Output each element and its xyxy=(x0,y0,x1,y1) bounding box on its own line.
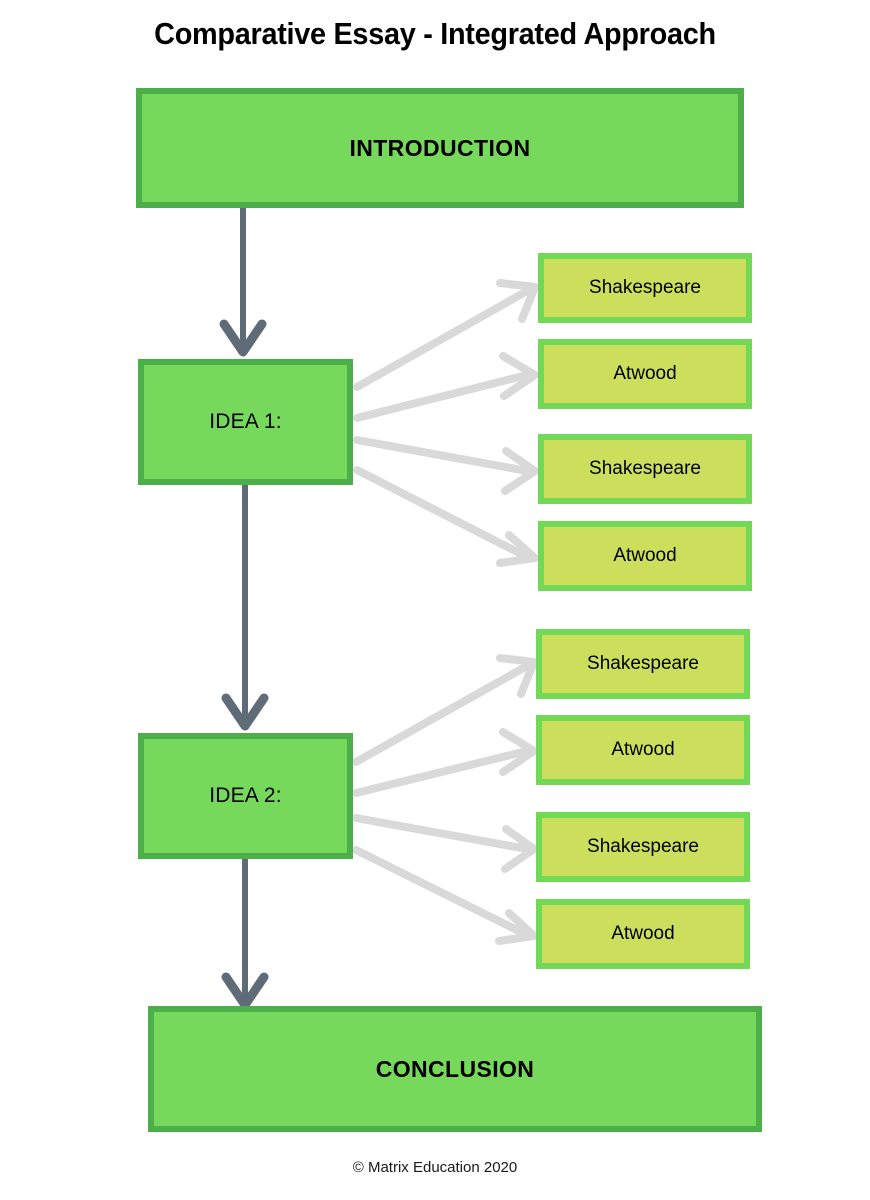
idea-1-evidence-label: Atwood xyxy=(613,363,677,384)
idea-1-evidence-box[interactable]: Shakespeare xyxy=(538,434,752,504)
idea-2-evidence-box[interactable]: Shakespeare xyxy=(536,812,750,882)
spine-arrow-idea1-to-idea2 xyxy=(221,485,269,731)
idea-2-evidence-label: Shakespeare xyxy=(587,653,699,674)
introduction-box[interactable]: INTRODUCTION xyxy=(136,88,744,208)
idea-2-box[interactable]: IDEA 2: xyxy=(138,733,353,859)
fan-arrows-idea2 xyxy=(352,654,538,945)
copyright-footer: © Matrix Education 2020 xyxy=(352,1159,518,1176)
idea-2-evidence-label: Shakespeare xyxy=(587,836,699,857)
page-title: Comparative Essay - Integrated Approach xyxy=(154,16,716,51)
introduction-label: INTRODUCTION xyxy=(349,134,531,161)
fan-arrows-idea1 xyxy=(353,279,539,567)
conclusion-label: CONCLUSION xyxy=(375,1055,535,1082)
idea-2-evidence-label: Atwood xyxy=(611,923,675,944)
idea-1-box[interactable]: IDEA 1: xyxy=(138,359,353,485)
idea-1-label: IDEA 1: xyxy=(209,410,282,433)
conclusion-box[interactable]: CONCLUSION xyxy=(148,1006,762,1132)
diagram-canvas: Comparative Essay - Integrated Approach xyxy=(0,0,870,1200)
spine-arrow-intro-to-idea1 xyxy=(219,208,267,357)
idea-2-evidence-box[interactable]: Atwood xyxy=(536,899,750,969)
idea-1-evidence-box[interactable]: Shakespeare xyxy=(538,253,752,323)
idea-1-evidence-box[interactable]: Atwood xyxy=(538,339,752,409)
idea-1-evidence-label: Shakespeare xyxy=(589,277,701,298)
spine-arrow-idea2-to-conclusion xyxy=(221,859,269,1010)
idea-2-evidence-box[interactable]: Shakespeare xyxy=(536,629,750,699)
idea-1-evidence-label: Atwood xyxy=(613,545,677,566)
idea-2-evidence-label: Atwood xyxy=(611,739,675,760)
idea-1-evidence-label: Shakespeare xyxy=(589,458,701,479)
idea-1-evidence-box[interactable]: Atwood xyxy=(538,521,752,591)
idea-2-evidence-box[interactable]: Atwood xyxy=(536,715,750,785)
idea-2-label: IDEA 2: xyxy=(209,784,282,807)
